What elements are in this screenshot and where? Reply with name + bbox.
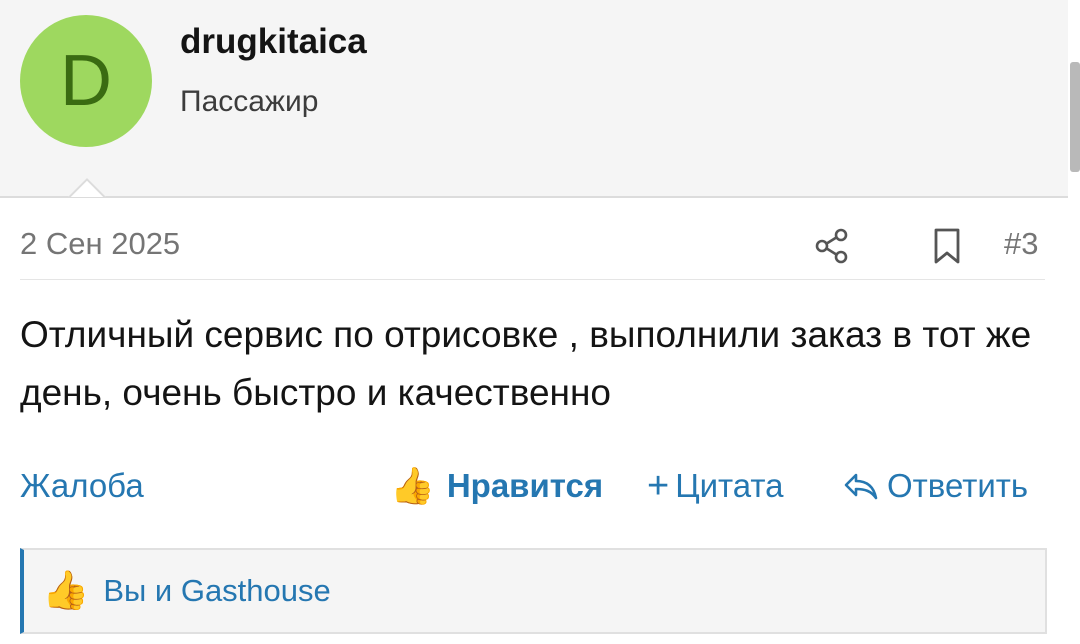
thumbs-up-icon: 👍 bbox=[390, 465, 435, 506]
user-role: Пассажир bbox=[180, 85, 319, 118]
quote-label: Цитата bbox=[675, 467, 784, 504]
post-message: Отличный сервис по отрисовке , выполнили… bbox=[20, 314, 1032, 413]
like-label: Нравится bbox=[446, 467, 604, 504]
avatar[interactable]: D bbox=[20, 15, 152, 147]
post-pointer-arrow bbox=[64, 173, 108, 197]
avatar-letter: D bbox=[60, 41, 112, 121]
post-date[interactable]: 2 Сен 2025 bbox=[20, 226, 180, 262]
thumbs-up-icon: 👍 bbox=[42, 570, 90, 612]
username[interactable]: drugkitaica bbox=[180, 22, 367, 62]
post-user-header: D drugkitaica Пассажир bbox=[0, 0, 1068, 198]
scrollbar-thumb[interactable] bbox=[1070, 62, 1080, 172]
report-link[interactable]: Жалоба bbox=[20, 463, 144, 509]
likes-summary-text[interactable]: Вы и Gasthouse bbox=[103, 573, 330, 609]
report-label: Жалоба bbox=[20, 467, 144, 504]
bookmark-icon[interactable] bbox=[928, 226, 966, 266]
plus-icon: + bbox=[647, 464, 670, 507]
share-icon[interactable] bbox=[812, 226, 852, 266]
post-number[interactable]: #3 bbox=[1004, 226, 1038, 262]
reply-arrow-icon bbox=[844, 473, 878, 500]
reply-label: Ответить bbox=[887, 467, 1029, 504]
like-button[interactable]: 👍 Нравится bbox=[390, 463, 603, 509]
likes-summary: 👍 Вы и Gasthouse bbox=[20, 548, 1047, 634]
quote-button[interactable]: + Цитата bbox=[647, 463, 784, 509]
divider bbox=[20, 279, 1045, 280]
reply-button[interactable]: Ответить bbox=[843, 463, 1028, 509]
